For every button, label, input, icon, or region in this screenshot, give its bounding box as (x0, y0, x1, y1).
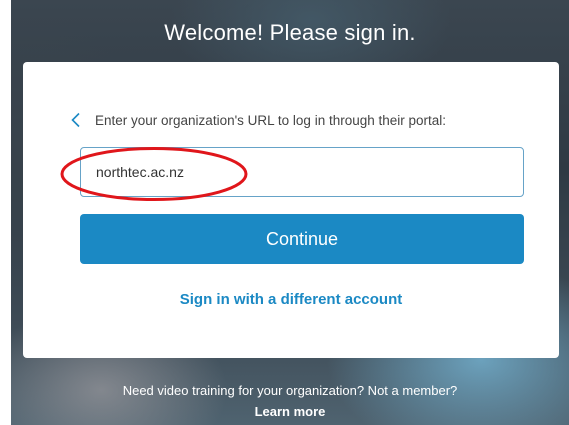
continue-button[interactable]: Continue (80, 214, 524, 264)
footer-text: Need video training for your organizatio… (122, 383, 458, 398)
login-screen: Welcome! Please sign in. Enter your orga… (11, 0, 569, 425)
portal-url-prompt: Enter your organization's URL to log in … (95, 112, 447, 128)
sign-in-different-account-link[interactable]: Sign in with a different account (23, 291, 559, 308)
back-row: Enter your organization's URL to log in … (70, 110, 446, 130)
sign-in-card: Enter your organization's URL to log in … (23, 62, 559, 358)
chevron-left-icon[interactable] (70, 112, 82, 128)
organization-url-input[interactable] (80, 147, 524, 197)
learn-more-link[interactable]: Learn more (11, 404, 569, 419)
page-title: Welcome! Please sign in. (164, 20, 416, 45)
